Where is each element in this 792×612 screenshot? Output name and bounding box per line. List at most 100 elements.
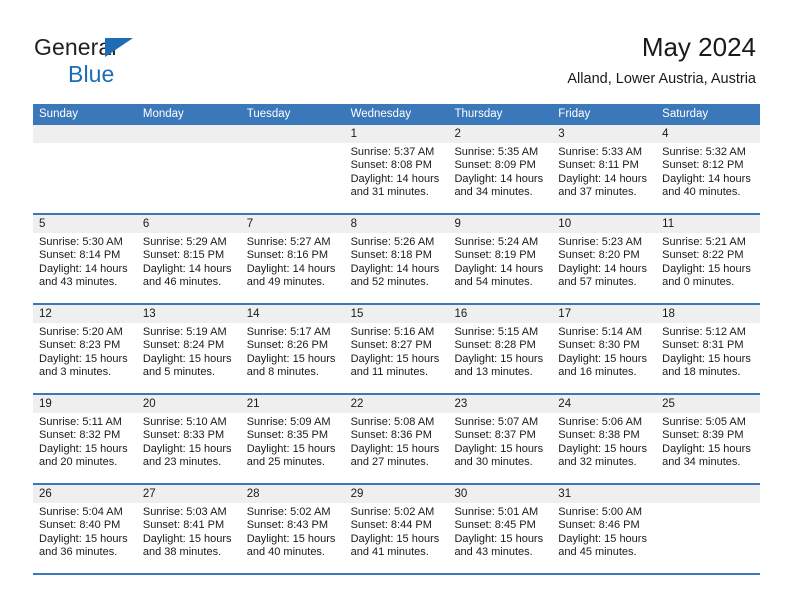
day-cell: Sunrise: 5:09 AM Sunset: 8:35 PM Dayligh…: [241, 413, 345, 483]
daylight-text-line1: Daylight: 15 hours: [662, 352, 751, 365]
day-cell: [137, 143, 241, 213]
day-number[interactable]: 28: [241, 485, 345, 503]
day-number[interactable]: 10: [552, 215, 656, 233]
day-number[interactable]: 14: [241, 305, 345, 323]
daylight-text-line1: Daylight: 15 hours: [454, 532, 544, 545]
day-number[interactable]: [241, 125, 345, 143]
weekday-header-thursday: Thursday: [454, 108, 503, 120]
daylight-text-line2: and 20 minutes.: [39, 456, 118, 469]
day-number[interactable]: 4: [656, 125, 760, 143]
daylight-text-line1: Daylight: 14 hours: [662, 172, 751, 185]
day-number[interactable]: 22: [345, 395, 449, 413]
day-number[interactable]: [137, 125, 241, 143]
week-row: 1 2 3 4 Sunrise: 5:37 AM Sunset: 8:08 PM…: [33, 125, 760, 215]
daylight-text-line2: and 49 minutes.: [246, 276, 325, 289]
day-number[interactable]: 29: [345, 485, 449, 503]
daylight-text-line1: Daylight: 15 hours: [350, 352, 440, 365]
day-number[interactable]: 11: [656, 215, 760, 233]
weekday-header-saturday: Saturday: [662, 108, 709, 120]
daylight-text-line1: Daylight: 15 hours: [558, 352, 647, 365]
daylight-text-line2: and 23 minutes.: [142, 456, 222, 469]
daylight-text-line1: Daylight: 14 hours: [454, 262, 544, 275]
sunset-text: Sunset: 8:12 PM: [662, 159, 744, 172]
daylight-text-line1: Daylight: 15 hours: [142, 352, 232, 365]
day-number[interactable]: 12: [33, 305, 137, 323]
logo-text-general-row: General: [34, 36, 133, 61]
day-number[interactable]: 18: [656, 305, 760, 323]
day-number[interactable]: 8: [345, 215, 449, 233]
sunset-text: Sunset: 8:18 PM: [350, 249, 432, 262]
daylight-text-line1: Daylight: 14 hours: [246, 262, 336, 275]
general-blue-logo[interactable]: General Blue: [34, 36, 133, 86]
daylight-text-line1: Daylight: 15 hours: [142, 532, 232, 545]
sunset-text: Sunset: 8:40 PM: [39, 519, 121, 532]
day-number[interactable]: 15: [345, 305, 449, 323]
sunset-text: Sunset: 8:43 PM: [246, 519, 329, 532]
daylight-text-line2: and 16 minutes.: [558, 366, 637, 379]
sunset-text: Sunset: 8:20 PM: [558, 249, 640, 262]
page-title: May 2024: [641, 32, 756, 62]
weekday-header-friday: Friday: [558, 108, 591, 120]
day-number[interactable]: 17: [552, 305, 656, 323]
day-number-row: 12 13 14 15 16 17 18: [33, 305, 760, 323]
daylight-text-line1: Daylight: 14 hours: [454, 172, 544, 185]
sunset-text: Sunset: 8:26 PM: [246, 339, 329, 352]
daylight-text-line2: and 32 minutes.: [558, 456, 637, 469]
day-cell: Sunrise: 5:27 AM Sunset: 8:16 PM Dayligh…: [241, 233, 345, 303]
daylight-text-line1: Daylight: 14 hours: [558, 172, 647, 185]
day-number[interactable]: 5: [33, 215, 137, 233]
daylight-text-line1: Daylight: 15 hours: [246, 442, 336, 455]
day-cell: Sunrise: 5:06 AM Sunset: 8:38 PM Dayligh…: [552, 413, 656, 483]
week-row: 26 27 28 29 30 31 Sunrise: 5:04 AM Sunse…: [33, 485, 760, 575]
sunset-text: Sunset: 8:14 PM: [39, 249, 121, 262]
day-number[interactable]: 26: [33, 485, 137, 503]
daylight-text-line2: and 57 minutes.: [558, 276, 637, 289]
day-number[interactable]: 3: [552, 125, 656, 143]
day-number[interactable]: [656, 485, 760, 503]
day-number[interactable]: 6: [137, 215, 241, 233]
daylight-text-line1: Daylight: 15 hours: [350, 532, 440, 545]
day-number[interactable]: 9: [448, 215, 552, 233]
day-cell: Sunrise: 5:12 AM Sunset: 8:31 PM Dayligh…: [656, 323, 760, 393]
day-number[interactable]: [33, 125, 137, 143]
day-number[interactable]: 30: [448, 485, 552, 503]
daylight-text-line1: Daylight: 15 hours: [39, 532, 128, 545]
daylight-text-line2: and 11 minutes.: [350, 366, 429, 379]
daylight-text-line2: and 5 minutes.: [142, 366, 216, 379]
sunrise-text: Sunrise: 5:19 AM: [142, 326, 227, 338]
day-number[interactable]: 7: [241, 215, 345, 233]
day-number[interactable]: 2: [448, 125, 552, 143]
day-cell: [656, 503, 760, 573]
day-cell: Sunrise: 5:04 AM Sunset: 8:40 PM Dayligh…: [33, 503, 137, 573]
day-cell: Sunrise: 5:01 AM Sunset: 8:45 PM Dayligh…: [448, 503, 552, 573]
daylight-text-line1: Daylight: 15 hours: [454, 442, 544, 455]
day-number[interactable]: 31: [552, 485, 656, 503]
sunset-text: Sunset: 8:32 PM: [39, 429, 121, 442]
day-number[interactable]: 1: [345, 125, 449, 143]
day-number[interactable]: 13: [137, 305, 241, 323]
sunrise-text: Sunrise: 5:09 AM: [246, 416, 331, 428]
day-number[interactable]: 24: [552, 395, 656, 413]
sunrise-text: Sunrise: 5:27 AM: [246, 236, 331, 248]
weekday-header-monday: Monday: [142, 108, 184, 120]
day-number[interactable]: 23: [448, 395, 552, 413]
sunset-text: Sunset: 8:30 PM: [558, 339, 640, 352]
day-cell: Sunrise: 5:30 AM Sunset: 8:14 PM Dayligh…: [33, 233, 137, 303]
daylight-text-line2: and 54 minutes.: [454, 276, 533, 289]
day-number[interactable]: 16: [448, 305, 552, 323]
sunset-text: Sunset: 8:38 PM: [558, 429, 640, 442]
day-number[interactable]: 19: [33, 395, 137, 413]
daylight-text-line2: and 8 minutes.: [246, 366, 319, 379]
day-detail-row: Sunrise: 5:04 AM Sunset: 8:40 PM Dayligh…: [33, 503, 760, 573]
day-number[interactable]: 20: [137, 395, 241, 413]
day-number[interactable]: 25: [656, 395, 760, 413]
day-cell: Sunrise: 5:19 AM Sunset: 8:24 PM Dayligh…: [137, 323, 241, 393]
day-number[interactable]: 21: [241, 395, 345, 413]
sunset-text: Sunset: 8:11 PM: [558, 159, 639, 172]
sunset-text: Sunset: 8:28 PM: [454, 339, 536, 352]
sunrise-text: Sunrise: 5:37 AM: [350, 146, 435, 158]
day-number[interactable]: 27: [137, 485, 241, 503]
daylight-text-line2: and 36 minutes.: [39, 546, 118, 559]
sunset-text: Sunset: 8:45 PM: [454, 519, 536, 532]
daylight-text-line1: Daylight: 15 hours: [246, 352, 336, 365]
